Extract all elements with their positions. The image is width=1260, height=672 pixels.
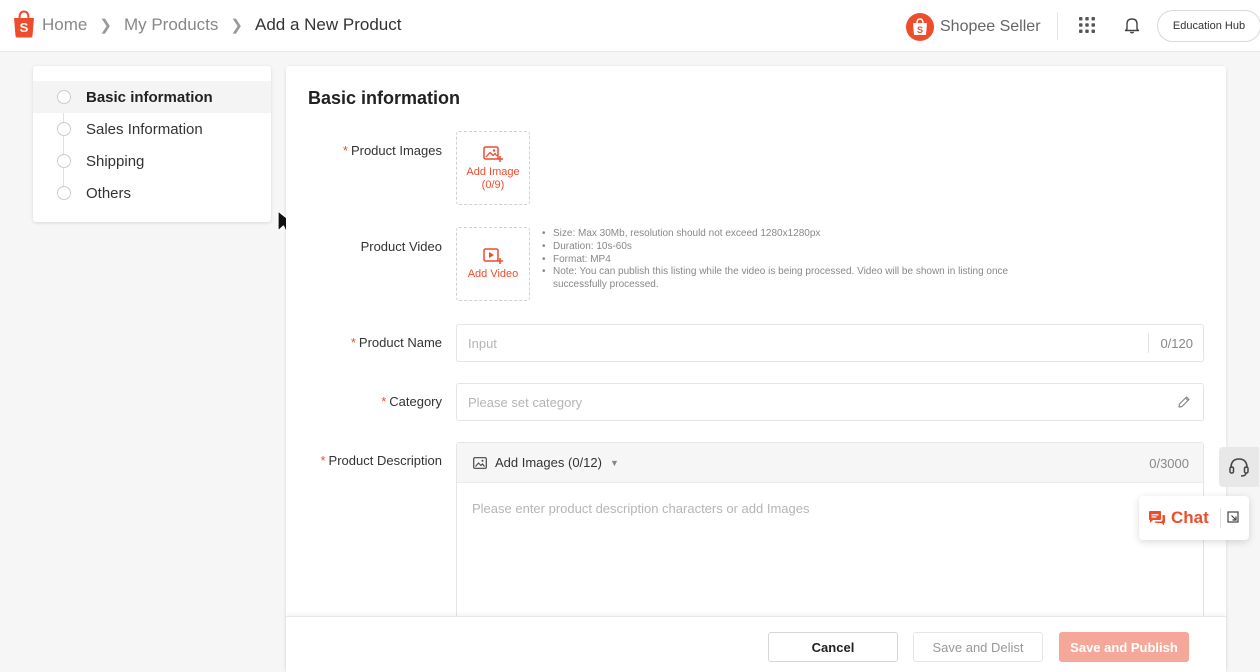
product-name-counter: 0/120 bbox=[1160, 336, 1193, 351]
video-note: Size: Max 30Mb, resolution should not ex… bbox=[542, 228, 1012, 241]
save-and-delist-button[interactable]: Save and Delist bbox=[913, 632, 1043, 662]
top-bar: S Home ❯ My Products ❯ Add a New Product… bbox=[0, 0, 1260, 52]
breadcrumb-current: Add a New Product bbox=[255, 15, 402, 34]
nav-item-basic-information[interactable]: Basic information bbox=[33, 81, 271, 113]
nav-item-others[interactable]: Others bbox=[33, 177, 271, 209]
caret-down-icon: ▼ bbox=[609, 457, 619, 468]
pencil-icon[interactable] bbox=[1177, 395, 1191, 409]
help-button[interactable] bbox=[1219, 447, 1259, 487]
divider bbox=[1220, 508, 1221, 528]
image-add-icon bbox=[483, 145, 503, 162]
nav-item-label: Sales Information bbox=[86, 120, 203, 138]
description-toolbar: Add Images (0/12) ▼ 0/3000 bbox=[457, 443, 1203, 483]
required-asterisk: * bbox=[342, 143, 348, 158]
apps-grid-icon[interactable] bbox=[1079, 17, 1095, 33]
shopee-bag-icon[interactable]: S bbox=[12, 10, 36, 38]
nav-step-dot bbox=[57, 90, 71, 104]
add-images-label: Add Images (0/12) bbox=[495, 455, 602, 470]
headset-icon bbox=[1229, 458, 1249, 477]
bell-icon[interactable] bbox=[1124, 16, 1140, 34]
nav-step-dot bbox=[57, 186, 71, 200]
required-asterisk: * bbox=[350, 335, 356, 350]
image-icon bbox=[473, 456, 487, 469]
video-note: Format: MP4 bbox=[542, 254, 1012, 267]
section-nav: Basic information Sales Information Ship… bbox=[33, 66, 271, 222]
product-description-label: * Product Description bbox=[320, 453, 442, 468]
chat-bubble-icon bbox=[1149, 511, 1165, 526]
svg-text:S: S bbox=[917, 25, 923, 35]
video-note: Duration: 10s-60s bbox=[542, 241, 1012, 254]
chevron-right-icon: ❯ bbox=[230, 17, 243, 34]
add-image-label: Add Image (0/9) bbox=[466, 165, 520, 191]
category-label: * Category bbox=[381, 394, 442, 409]
required-asterisk: * bbox=[381, 394, 387, 409]
video-note: Note: You can publish this listing while… bbox=[542, 266, 1012, 292]
category-input[interactable] bbox=[457, 384, 1157, 420]
nav-step-dot bbox=[57, 154, 71, 168]
basic-information-card: Basic information * Product Images Add Im… bbox=[286, 66, 1226, 672]
breadcrumb: Home ❯ My Products ❯ Add a New Product bbox=[42, 15, 401, 35]
nav-item-label: Others bbox=[86, 184, 132, 202]
product-name-input[interactable] bbox=[457, 325, 1147, 361]
required-asterisk: * bbox=[320, 453, 326, 468]
footer-action-bar: Cancel Save and Delist Save and Publish bbox=[286, 616, 1226, 672]
nav-item-sales-information[interactable]: Sales Information bbox=[33, 113, 271, 145]
divider bbox=[1057, 12, 1058, 40]
brand-label: Shopee Seller bbox=[940, 18, 1041, 35]
education-hub-button[interactable]: Education Hub bbox=[1157, 10, 1260, 42]
product-images-label: * Product Images bbox=[342, 143, 442, 158]
video-add-icon bbox=[483, 248, 503, 264]
product-name-label: * Product Name bbox=[350, 335, 442, 350]
nav-step-dot bbox=[57, 122, 71, 136]
add-images-dropdown[interactable]: Add Images (0/12) ▼ bbox=[473, 455, 619, 470]
save-and-publish-button[interactable]: Save and Publish bbox=[1059, 632, 1189, 662]
add-video-button[interactable]: Add Video bbox=[456, 227, 530, 301]
section-title: Basic information bbox=[308, 88, 461, 108]
breadcrumb-my-products[interactable]: My Products bbox=[124, 15, 218, 35]
shopee-seller-brand[interactable]: S Shopee Seller bbox=[906, 13, 1041, 41]
chat-label: Chat bbox=[1171, 508, 1209, 527]
svg-text:S: S bbox=[20, 20, 29, 35]
description-counter: 0/3000 bbox=[1149, 456, 1189, 471]
nav-item-shipping[interactable]: Shipping bbox=[33, 145, 271, 177]
breadcrumb-home[interactable]: Home bbox=[42, 15, 87, 35]
chevron-right-icon: ❯ bbox=[99, 17, 112, 34]
add-video-label: Add Video bbox=[467, 268, 519, 280]
nav-item-label: Shipping bbox=[86, 152, 145, 170]
category-field[interactable] bbox=[456, 383, 1204, 421]
nav-item-label: Basic information bbox=[86, 88, 213, 106]
cancel-button[interactable]: Cancel bbox=[768, 632, 898, 662]
divider bbox=[1148, 333, 1149, 353]
product-video-label: Product Video bbox=[360, 239, 442, 254]
video-requirements: Size: Max 30Mb, resolution should not ex… bbox=[542, 228, 1012, 292]
add-image-button[interactable]: Add Image (0/9) bbox=[456, 131, 530, 205]
product-name-field: 0/120 bbox=[456, 324, 1204, 362]
chat-widget[interactable]: Chat bbox=[1139, 496, 1249, 540]
expand-icon[interactable] bbox=[1227, 511, 1240, 524]
shopee-bag-icon: S bbox=[906, 13, 934, 41]
